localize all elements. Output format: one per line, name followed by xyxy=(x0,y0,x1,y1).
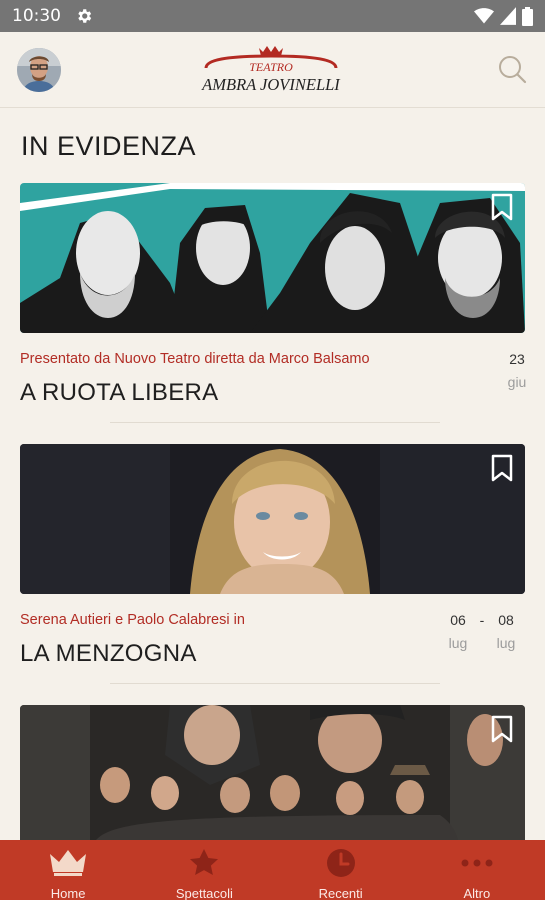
date-range-separator: - xyxy=(479,612,485,628)
date-start-month: lug xyxy=(448,635,468,651)
nav-item-home[interactable]: Home xyxy=(0,840,136,900)
wifi-icon xyxy=(474,8,494,24)
settings-gear-icon xyxy=(78,9,92,23)
user-avatar[interactable] xyxy=(17,48,61,92)
nav-item-altro[interactable]: Altro xyxy=(409,840,545,900)
date-end-month: lug xyxy=(496,635,516,651)
signal-icon xyxy=(500,7,516,25)
card-divider xyxy=(110,683,440,684)
section-title: IN EVIDENZA xyxy=(21,131,197,161)
show-card-third[interactable] xyxy=(20,705,525,840)
bookmark-icon[interactable] xyxy=(491,715,513,743)
date-end-day: 08 xyxy=(498,612,514,628)
more-dots-icon xyxy=(461,859,493,867)
date-day: 23 xyxy=(509,351,525,367)
date-start-day: 06 xyxy=(450,612,466,628)
logo-line-teatro: TEATRO xyxy=(249,60,293,74)
bookmark-icon[interactable] xyxy=(491,454,513,482)
nav-label-spettacoli: Spettacoli xyxy=(175,886,233,900)
nav-item-recenti[interactable]: Recenti xyxy=(273,840,409,900)
nav-label-recenti: Recenti xyxy=(318,886,363,900)
nav-item-spettacoli[interactable]: Spettacoli xyxy=(136,840,272,900)
crown-icon xyxy=(50,850,87,876)
clock-icon xyxy=(326,849,355,877)
logo-line-ambra: AMBRA JOVINELLI xyxy=(201,75,341,94)
bottom-navigation: Home Spettacoli Recenti Altro xyxy=(0,840,545,900)
show-date-start: 06 lug xyxy=(446,612,470,651)
teatro-ambra-jovinelli-logo: TEATRO AMBRA JOVINELLI xyxy=(201,46,341,94)
show-poster-image[interactable] xyxy=(20,444,525,594)
show-date-end: 08 lug xyxy=(494,612,518,651)
show-title[interactable]: A RUOTA LIBERA xyxy=(20,379,219,407)
show-date: 23 giu xyxy=(505,351,529,390)
show-presenter: Serena Autieri e Paolo Calabresi in xyxy=(20,612,245,628)
main-content[interactable]: IN EVIDENZA Presentato da Nuovo Teatro d… xyxy=(0,109,545,840)
show-presenter: Presentato da Nuovo Teatro diretta da Ma… xyxy=(20,351,370,367)
search-icon[interactable] xyxy=(497,54,527,84)
status-time: 10:30 xyxy=(12,6,61,26)
app-header: TEATRO AMBRA JOVINELLI xyxy=(0,32,545,108)
nav-label-home: Home xyxy=(50,886,86,900)
nav-label-altro: Altro xyxy=(463,886,491,900)
bookmark-icon[interactable] xyxy=(491,193,513,221)
date-month: giu xyxy=(507,374,527,390)
card-divider xyxy=(110,422,440,423)
show-poster-image[interactable] xyxy=(20,183,525,333)
show-title[interactable]: LA MENZOGNA xyxy=(20,640,197,668)
show-poster-image[interactable] xyxy=(20,705,525,840)
status-bar: 10:30 xyxy=(0,0,545,32)
battery-icon xyxy=(522,6,533,26)
star-icon xyxy=(190,849,219,875)
show-card-la-menzogna[interactable]: Serena Autieri e Paolo Calabresi in LA M… xyxy=(20,444,525,684)
show-card-a-ruota-libera[interactable]: Presentato da Nuovo Teatro diretta da Ma… xyxy=(20,183,526,423)
